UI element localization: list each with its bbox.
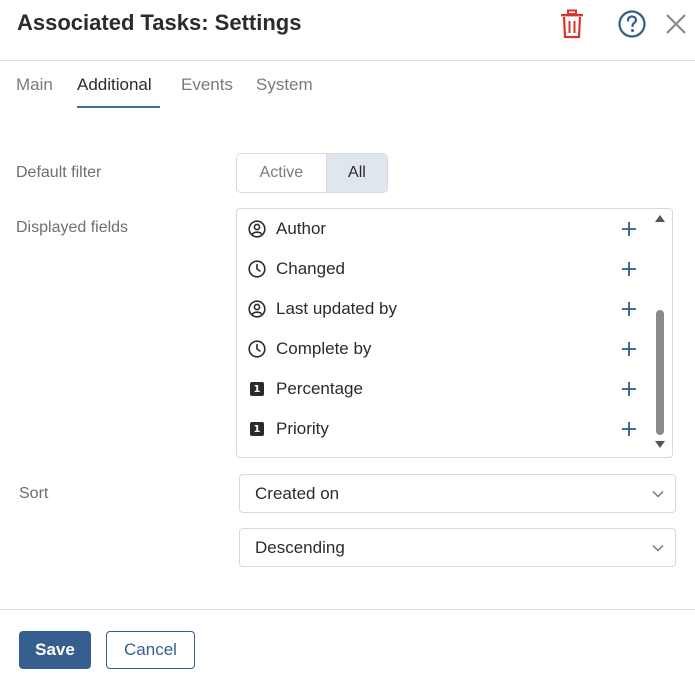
number-icon: 1 <box>247 419 267 439</box>
list-item: 1 Priority <box>237 409 652 449</box>
plus-icon <box>622 422 636 436</box>
dialog-title: Associated Tasks: Settings <box>17 10 302 35</box>
add-field-button[interactable] <box>619 379 639 399</box>
filter-option-all[interactable]: All <box>325 154 387 192</box>
add-field-button[interactable] <box>619 219 639 239</box>
save-button[interactable]: Save <box>19 631 91 669</box>
plus-icon <box>622 222 636 236</box>
tab-events[interactable]: Events <box>181 74 233 96</box>
clock-icon <box>247 259 267 279</box>
plus-icon <box>622 342 636 356</box>
field-label: Priority <box>276 419 329 438</box>
filter-option-active[interactable]: Active <box>237 154 326 192</box>
tab-main[interactable]: Main <box>16 74 53 96</box>
clock-icon <box>247 339 267 359</box>
sort-order-select[interactable]: Descending <box>239 528 676 567</box>
default-filter-label: Default filter <box>16 164 102 181</box>
user-icon <box>247 299 267 319</box>
add-field-button[interactable] <box>619 299 639 319</box>
plus-icon <box>622 382 636 396</box>
delete-button[interactable] <box>556 8 588 40</box>
number-badge: 1 <box>250 382 264 396</box>
dialog-header: Associated Tasks: Settings <box>0 0 695 61</box>
tab-bar: Main Additional Events System <box>0 61 695 111</box>
number-badge: 1 <box>250 422 264 436</box>
plus-icon <box>622 302 636 316</box>
list-item: Last updated by <box>237 289 652 329</box>
add-field-button[interactable] <box>619 259 639 279</box>
list-item: Complete by <box>237 329 652 369</box>
help-icon <box>618 10 646 38</box>
scroll-down-arrow[interactable] <box>655 441 665 448</box>
plus-icon <box>622 262 636 276</box>
field-label: Complete by <box>276 339 372 358</box>
list-item: 1 Percentage <box>237 369 652 409</box>
sort-field-select[interactable]: Created on <box>239 474 676 513</box>
add-field-button[interactable] <box>619 419 639 439</box>
list-item: Changed <box>237 249 652 289</box>
sort-order-value: Descending <box>255 538 345 557</box>
sort-field-value: Created on <box>255 484 340 503</box>
user-icon <box>247 219 267 239</box>
dialog-footer: Save Cancel <box>0 609 695 676</box>
number-icon: 1 <box>247 379 267 399</box>
field-label: Last updated by <box>276 299 397 318</box>
chevron-down-icon <box>652 490 664 498</box>
trash-icon <box>561 9 583 39</box>
chevron-down-icon <box>652 544 664 552</box>
add-field-button[interactable] <box>619 339 639 359</box>
field-label: Percentage <box>276 379 363 398</box>
default-filter-toggle: Active All <box>236 153 388 193</box>
field-label: Changed <box>276 259 346 278</box>
help-button[interactable] <box>616 8 648 40</box>
scrollbar-thumb[interactable] <box>656 310 664 435</box>
tab-system[interactable]: System <box>256 74 313 96</box>
displayed-fields-label: Displayed fields <box>16 219 129 236</box>
close-icon <box>666 14 686 34</box>
field-label: Author <box>276 219 327 238</box>
sort-label: Sort <box>19 485 49 502</box>
active-tab-indicator <box>77 106 160 108</box>
scroll-up-arrow[interactable] <box>655 215 665 222</box>
list-item: Author <box>237 209 652 249</box>
displayed-fields-list: Author Changed Last updated by Complete … <box>236 208 673 458</box>
close-button[interactable] <box>660 8 692 40</box>
tab-additional[interactable]: Additional <box>77 74 152 96</box>
cancel-button[interactable]: Cancel <box>106 631 195 669</box>
